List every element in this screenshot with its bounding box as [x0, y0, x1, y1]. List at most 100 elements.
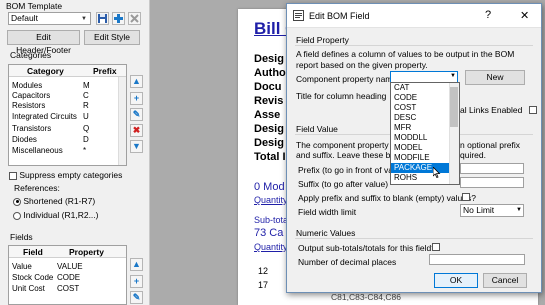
- add-field-icon[interactable]: +: [130, 275, 143, 288]
- help-icon[interactable]: ?: [485, 9, 491, 21]
- dropdown-option[interactable]: MODEL: [391, 143, 449, 153]
- links-enabled-checkbox[interactable]: [529, 106, 537, 114]
- category-prefix: R: [83, 101, 89, 110]
- field-property-header: Field Property: [296, 35, 349, 45]
- meta-design2-label: Desig: [254, 137, 284, 149]
- meta-design-label: Desig: [254, 123, 284, 135]
- fields-table[interactable]: Field Property Value VALUE Stock Code CO…: [8, 245, 127, 305]
- edit-header-footer-button[interactable]: Edit Header/Footer: [7, 30, 80, 55]
- table-row[interactable]: Stock Code CODE: [9, 273, 126, 283]
- table-row[interactable]: Transistors Q: [9, 124, 126, 134]
- meta-total-label: Total I: [254, 151, 286, 163]
- edit-style-button[interactable]: Edit Style: [84, 30, 140, 45]
- suffix-input[interactable]: [460, 177, 524, 188]
- chevron-down-icon: ▼: [450, 73, 456, 79]
- ref-individual-radio[interactable]: [13, 211, 21, 220]
- quantity-column-link[interactable]: Quantity: [254, 242, 288, 252]
- suppress-empty-checkbox[interactable]: [9, 171, 17, 180]
- suffix-label: Suffix (to go after value): [298, 179, 389, 189]
- ref-shortened-option[interactable]: Shortened (R1-R7): [13, 196, 95, 206]
- dropdown-option[interactable]: MODDLL: [391, 133, 449, 143]
- add-template-icon[interactable]: [112, 12, 125, 25]
- close-icon[interactable]: ✕: [520, 9, 529, 22]
- category-name: Capacitors: [12, 91, 51, 100]
- ref-shortened-label: Shortened (R1-R7): [23, 196, 96, 206]
- meta-designer-label: Desig: [254, 53, 284, 65]
- field-value-header: Field Value: [296, 124, 338, 134]
- table-row[interactable]: Integrated Circuits U: [9, 112, 126, 122]
- dialog-title-bar[interactable]: Edit BOM Field ? ✕: [287, 4, 541, 28]
- dropdown-option[interactable]: CAT: [391, 83, 449, 93]
- save-icon[interactable]: [96, 12, 109, 25]
- settings-panel: BOM Template Default ▼ Edit Header/Foote…: [0, 0, 150, 305]
- links-enabled-label: al Links Enabled: [460, 105, 523, 115]
- move-down-icon[interactable]: ▼: [130, 140, 143, 153]
- references-value: C81,C83-C84,C86: [331, 292, 401, 302]
- prefix-input[interactable]: [460, 163, 524, 174]
- category-prefix: D: [83, 135, 89, 144]
- suppress-empty-row[interactable]: Suppress empty categories: [9, 170, 122, 180]
- categories-label: Categories: [10, 50, 52, 60]
- modules-heading: 0 Mod: [254, 181, 285, 193]
- category-prefix: C: [83, 91, 89, 100]
- ok-button[interactable]: OK: [434, 273, 478, 288]
- table-row[interactable]: Diodes D: [9, 135, 126, 145]
- meta-author-label: Autho: [254, 67, 286, 79]
- subtotal-text: Sub-tota: [254, 215, 289, 225]
- field-value-description-2: and suffix. Leave these bla: [296, 150, 397, 160]
- new-property-button[interactable]: New: [465, 70, 525, 85]
- field-width-select[interactable]: No Limit ▼: [460, 204, 524, 217]
- table-row[interactable]: Capacitors C: [9, 91, 126, 101]
- divider: [295, 45, 533, 46]
- move-up-icon[interactable]: ▲: [130, 75, 143, 88]
- field-value-description-1b: n optional prefix: [460, 140, 521, 150]
- property-column-header: Property: [69, 247, 104, 257]
- cancel-button[interactable]: Cancel: [483, 273, 527, 288]
- category-name: Integrated Circuits: [12, 112, 77, 121]
- table-row[interactable]: Value VALUE: [9, 262, 126, 272]
- field-name: Value: [12, 262, 32, 271]
- ref-individual-label: Individual (R1,R2...): [23, 210, 99, 220]
- decimal-places-input[interactable]: [429, 254, 525, 265]
- divider: [295, 238, 533, 239]
- field-name: Stock Code: [12, 273, 54, 282]
- column-title-label: Title for column heading: [296, 91, 387, 101]
- component-property-dropdown[interactable]: CAT CODE COST DESC MFR MODDLL MODEL MODF…: [390, 82, 460, 185]
- edit-field-icon[interactable]: ✎: [130, 291, 143, 304]
- edit-bom-field-dialog: Edit BOM Field ? ✕ Field Property A fiel…: [286, 3, 542, 293]
- table-row[interactable]: Modules M: [9, 81, 126, 91]
- table-row[interactable]: Resistors R: [9, 101, 126, 111]
- dropdown-option[interactable]: DESC: [391, 113, 449, 123]
- dropdown-option[interactable]: MFR: [391, 123, 449, 133]
- output-subtotals-checkbox[interactable]: [432, 243, 440, 251]
- field-property: CODE: [57, 273, 81, 282]
- dropdown-option[interactable]: MODFILE: [391, 153, 449, 163]
- meta-document-label: Docu: [254, 81, 282, 93]
- field-value-description-2b: quired.: [460, 150, 486, 160]
- fields-header: Field Property: [9, 246, 126, 258]
- quantity-column-link[interactable]: Quantity: [254, 195, 288, 205]
- dropdown-scrollbar[interactable]: [449, 83, 459, 184]
- edit-category-icon[interactable]: ✎: [130, 108, 143, 121]
- categories-scrollbar[interactable]: [118, 77, 126, 165]
- delete-category-icon[interactable]: ✖: [130, 124, 143, 137]
- table-row[interactable]: Miscellaneous *: [9, 146, 126, 156]
- category-name: Diodes: [12, 135, 37, 144]
- dropdown-option[interactable]: CODE: [391, 93, 449, 103]
- prefix-label: Prefix (to go in front of valu: [298, 165, 400, 175]
- template-select[interactable]: Default ▼: [8, 12, 91, 25]
- category-name: Transistors: [12, 124, 52, 133]
- add-category-icon[interactable]: +: [130, 92, 143, 105]
- dropdown-scrollbar-thumb[interactable]: [450, 87, 458, 127]
- ref-individual-option[interactable]: Individual (R1,R2...): [13, 210, 99, 220]
- move-field-up-icon[interactable]: ▲: [130, 258, 143, 271]
- field-column-header: Field: [23, 247, 43, 257]
- apply-prefix-checkbox[interactable]: [462, 193, 470, 201]
- dropdown-option[interactable]: COST: [391, 103, 449, 113]
- delete-template-icon[interactable]: [128, 12, 141, 25]
- ref-shortened-radio[interactable]: [13, 197, 21, 206]
- categories-table[interactable]: Category Prefix Modules M Capacitors C R…: [8, 64, 127, 166]
- meta-assembly-label: Asse: [254, 109, 281, 121]
- category-prefix: *: [83, 146, 87, 155]
- table-row[interactable]: Unit Cost COST: [9, 284, 126, 294]
